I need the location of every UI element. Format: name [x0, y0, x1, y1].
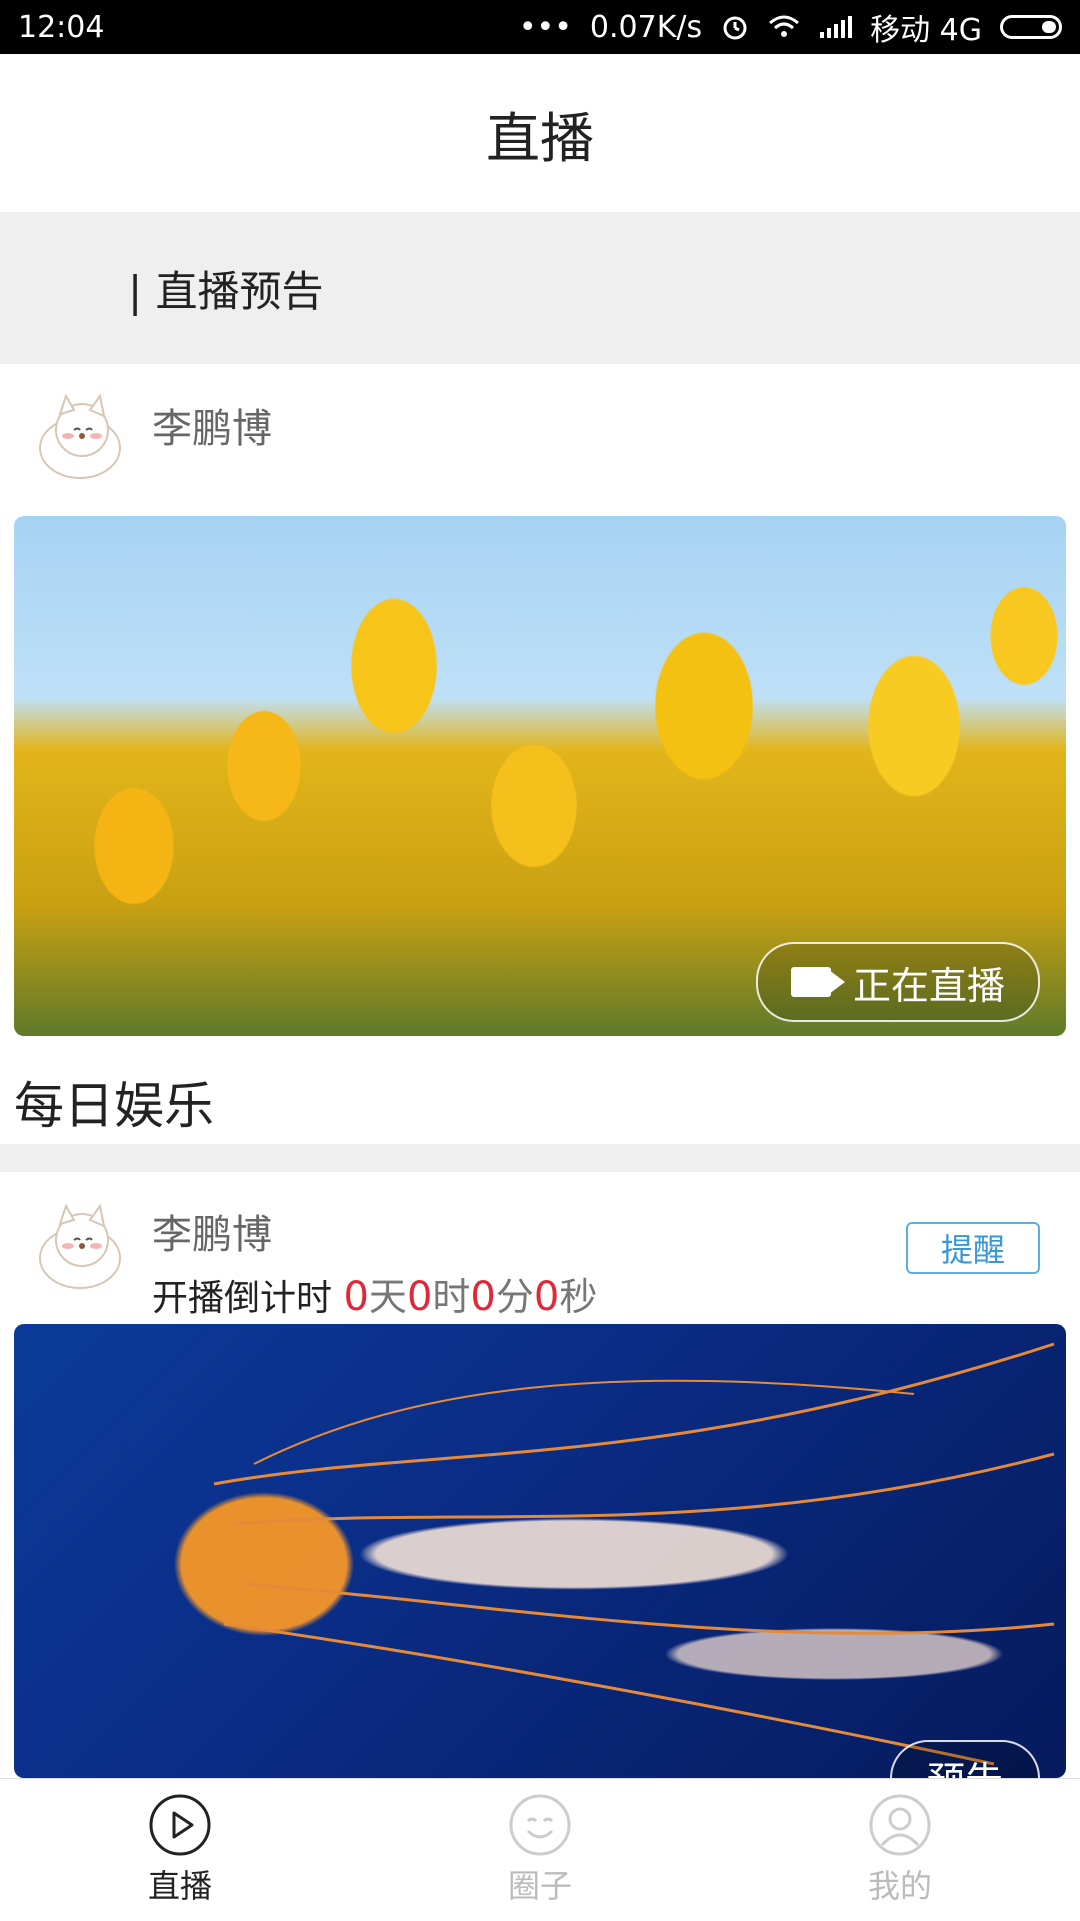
bottom-navigation: 直播 圈子 我的: [0, 1778, 1080, 1921]
live-now-badge[interactable]: 正在直播: [756, 942, 1040, 1022]
countdown-minutes: 0: [470, 1274, 496, 1320]
countdown-days-unit: 天: [368, 1275, 407, 1319]
live-now-label: 正在直播: [852, 963, 1005, 1008]
signal-icon: [820, 16, 853, 38]
status-bar: 12:04 ••• 0.07K/s 移动 4G: [0, 0, 1080, 54]
nav-item-live[interactable]: 直播: [0, 1779, 360, 1921]
nav-label-circle: 圈子: [507, 1867, 572, 1905]
username[interactable]: 李鹏博: [152, 396, 272, 454]
network-speed: 0.07K/s: [589, 9, 703, 45]
countdown-minutes-unit: 分: [495, 1275, 534, 1319]
preview-cover-image[interactable]: 预告: [14, 1324, 1066, 1778]
countdown-seconds: 0: [533, 1274, 560, 1320]
live-title[interactable]: 每日娱乐: [14, 1066, 214, 1138]
preview-badge-label: 预告: [927, 1750, 1003, 1778]
more-dots-icon: •••: [518, 9, 572, 45]
username[interactable]: 李鹏博: [152, 1202, 272, 1260]
countdown-days: 0: [343, 1274, 369, 1320]
nav-item-me[interactable]: 我的: [720, 1779, 1080, 1921]
countdown-hours-unit: 时: [432, 1275, 471, 1319]
avatar[interactable]: [30, 1196, 130, 1296]
user-icon: [869, 1794, 931, 1856]
preview-badge-clip: 预告: [14, 1324, 1066, 1778]
cat-avatar-icon: [39, 1203, 121, 1289]
section-header-preview: | 直播预告: [0, 212, 1080, 364]
nav-label-me: 我的: [867, 1867, 932, 1905]
countdown-hours: 0: [406, 1274, 433, 1320]
countdown-timer: 开播倒计时 0天0时0分0秒: [152, 1266, 597, 1321]
page-title: 直播: [486, 106, 594, 170]
play-circle-icon: [149, 1794, 211, 1856]
remind-button[interactable]: 提醒: [906, 1222, 1040, 1274]
nav-item-circle[interactable]: 圈子: [360, 1779, 720, 1921]
nav-label-live: 直播: [147, 1867, 212, 1905]
carrier-label: 移动 4G: [870, 13, 982, 48]
preview-badge[interactable]: 预告: [890, 1740, 1040, 1778]
battery-icon: [1000, 15, 1062, 39]
video-camera-icon: [790, 967, 831, 997]
cat-avatar-icon: [39, 393, 121, 479]
status-time: 12:04: [18, 9, 105, 45]
divider: [0, 1144, 1080, 1172]
smile-face-icon: [509, 1794, 571, 1856]
avatar[interactable]: [30, 386, 130, 486]
wifi-icon: [769, 15, 800, 37]
alarm-icon: [723, 16, 747, 40]
countdown-seconds-unit: 秒: [559, 1275, 598, 1319]
live-cover-image[interactable]: 正在直播: [14, 516, 1066, 1036]
countdown-prefix: 开播倒计时: [152, 1278, 333, 1319]
